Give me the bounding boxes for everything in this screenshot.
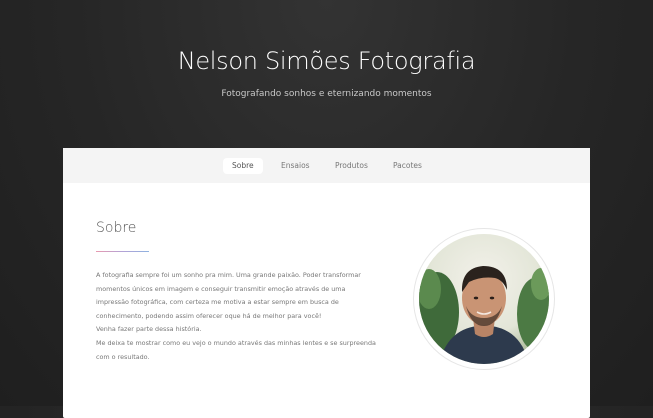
portrait-photo-icon: [419, 234, 549, 364]
about-line: Me deixa te mostrar como eu vejo o mundo…: [96, 338, 376, 347]
about-line: com o resultado.: [96, 352, 150, 361]
avatar: [419, 234, 549, 364]
about-line: A fotografia sempre foi um sonho pra mim…: [96, 271, 361, 279]
tab-pacotes[interactable]: Pacotes: [384, 158, 431, 174]
site-tagline: Fotografando sonhos e eternizando moment…: [221, 89, 432, 99]
title-underline: [96, 251, 149, 252]
about-line: impressão fotográfica, com certeza me mo…: [96, 298, 339, 307]
about-line: conhecimento, podendo assim oferecer oqu…: [96, 311, 322, 320]
about-line: Venha fazer parte dessa história.: [96, 325, 202, 334]
tab-ensaios[interactable]: Ensaios: [272, 158, 319, 174]
tab-sobre[interactable]: Sobre: [223, 158, 263, 174]
about-text: A fotografia sempre foi um sonho pra mim…: [96, 269, 396, 364]
section-title: Sobre: [96, 220, 137, 236]
nav-bar: Sobre Ensaios Produtos Pacotes: [63, 148, 590, 183]
site-title: Nelson Simões Fotografia: [177, 47, 476, 75]
about-line: momentos únicos em imagem e conseguir tr…: [96, 284, 346, 293]
content-card: Sobre Ensaios Produtos Pacotes Sobre A f…: [63, 148, 590, 418]
avatar-frame: [413, 228, 555, 370]
tab-produtos[interactable]: Produtos: [326, 158, 377, 174]
